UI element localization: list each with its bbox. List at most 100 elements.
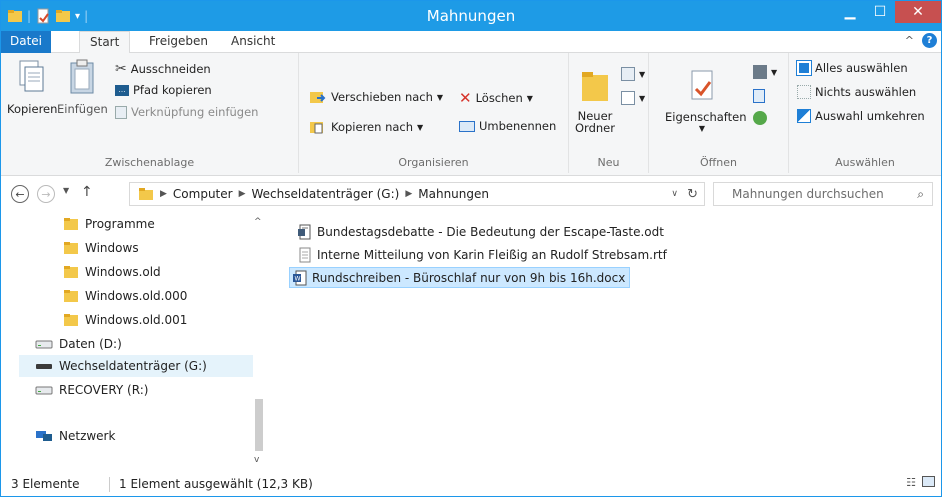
group-neu: Neuer Ordner ▼ ▼ Neu [569, 53, 649, 173]
file-list: Bundestagsdebatte - Die Bedeutung der Es… [289, 213, 939, 471]
nav-item-wechseldatentraeger-g[interactable]: Wechseldatenträger (G:) [19, 355, 253, 377]
invert-selection-icon [797, 109, 811, 123]
delete-icon: ✕ [459, 89, 472, 107]
group-zwischenablage: Kopieren Einfügen ✂ Ausschneiden … Pfad … [1, 53, 299, 173]
folder-icon [64, 242, 78, 254]
ausschneiden-button[interactable]: ✂ Ausschneiden [115, 61, 211, 77]
folder-icon [64, 266, 78, 278]
tab-start[interactable]: Start [79, 31, 131, 54]
easy-access-button[interactable]: ▼ [621, 91, 645, 105]
ribbon-tabs: Datei Start Freigeben Ansicht ^ ? [1, 31, 941, 54]
nav-item-label: Wechseldatenträger (G:) [59, 359, 207, 373]
loeschen-label: Löschen [475, 91, 523, 105]
nav-item-programme[interactable]: Programme [63, 213, 155, 235]
drive-icon [35, 386, 53, 395]
einfuegen-button[interactable]: Einfügen [57, 59, 108, 116]
breadcrumb-computer[interactable]: Computer [173, 187, 233, 201]
alles-auswaehlen-button[interactable]: Alles auswählen [796, 60, 908, 76]
breadcrumb-drive[interactable]: Wechseldatenträger (G:) [252, 187, 400, 201]
loeschen-button[interactable]: ✕ Löschen ▼ [459, 89, 533, 107]
status-bar: 3 Elemente 1 Element ausgewählt (12,3 KB… [1, 473, 941, 496]
neuer-ordner-label-2: Ordner [575, 121, 615, 135]
up-button[interactable]: ↑ [81, 184, 93, 200]
nav-item-windows-old-000[interactable]: Windows.old.000 [63, 285, 187, 307]
tab-ansicht[interactable]: Ansicht [221, 31, 285, 53]
ribbon: Kopieren Einfügen ✂ Ausschneiden … Pfad … [1, 53, 941, 176]
edit-button[interactable] [753, 89, 765, 103]
eigenschaften-button[interactable]: Eigenschaften ▼ [665, 67, 747, 133]
forward-button[interactable]: → [37, 185, 55, 203]
tab-datei[interactable]: Datei [1, 31, 51, 53]
help-icon[interactable]: ? [922, 33, 937, 48]
history-button[interactable] [753, 111, 767, 125]
group-organisieren: Verschieben nach ▼ Kopieren nach ▼ ✕ Lös… [299, 53, 569, 173]
eigenschaften-label: Eigenschaften [665, 110, 747, 124]
network-icon [36, 431, 52, 441]
status-separator [109, 477, 110, 492]
maximize-button[interactable]: ☐ [865, 1, 895, 23]
copy-to-icon [310, 122, 323, 134]
drive-icon [35, 340, 53, 349]
nav-scrollbar[interactable]: ^ v [253, 217, 265, 465]
details-view-icon[interactable]: ☷ [906, 476, 916, 489]
item-count: 3 Elemente [11, 477, 80, 491]
selection-info: 1 Element ausgewählt (12,3 KB) [119, 477, 313, 491]
file-item[interactable]: Interne Mitteilung von Karin Fleißig an … [295, 244, 671, 265]
view-switcher: ☷ [906, 476, 935, 489]
auswahl-umkehren-button[interactable]: Auswahl umkehren [797, 109, 925, 123]
search-input[interactable]: Mahnungen durchsuchen ⌕ [713, 182, 933, 206]
nav-item-recovery-r[interactable]: RECOVERY (R:) [35, 379, 148, 401]
easy-access-icon [621, 91, 635, 105]
kopieren-nach-button[interactable]: Kopieren nach ▼ [309, 119, 423, 135]
breadcrumb-separator-icon: ▶ [238, 189, 246, 199]
nav-item-windows-old-001[interactable]: Windows.old.001 [63, 309, 187, 331]
address-bar[interactable]: ▶ Computer ▶ Wechseldatenträger (G:) ▶ M… [129, 182, 705, 206]
group-oeffnen: Eigenschaften ▼ ▼ Öffnen [649, 53, 789, 173]
nav-item-daten-d[interactable]: Daten (D:) [35, 333, 122, 355]
title-bar[interactable]: | ▾ | Mahnungen ▁ ☐ ✕ [1, 1, 941, 31]
pfad-kopieren-label: Pfad kopieren [133, 83, 212, 97]
copy-icon [19, 60, 44, 92]
verknuepfung-einfuegen-button[interactable]: Verknüpfung einfügen [115, 105, 258, 119]
move-to-icon [310, 92, 326, 103]
group-label-zwischenablage: Zwischenablage [104, 156, 195, 169]
back-button[interactable]: ← [11, 185, 29, 203]
pfad-kopieren-button[interactable]: … Pfad kopieren [115, 83, 212, 97]
neuer-ordner-button[interactable]: Neuer Ordner [575, 67, 615, 134]
nav-item-windows-old[interactable]: Windows.old [63, 261, 161, 283]
chevron-down-icon: ▼ [771, 67, 778, 77]
verschieben-nach-button[interactable]: Verschieben nach ▼ [309, 89, 443, 105]
refresh-icon[interactable]: ↻ [687, 187, 698, 202]
close-button[interactable]: ✕ [895, 1, 941, 23]
nichts-auswaehlen-label: Nichts auswählen [815, 85, 917, 99]
open-button[interactable]: ▼ [753, 65, 777, 79]
ausschneiden-label: Ausschneiden [130, 62, 211, 76]
collapse-ribbon-icon[interactable]: ^ [905, 34, 914, 47]
verknuepfung-label: Verknüpfung einfügen [131, 105, 259, 119]
address-dropdown-icon[interactable]: ∨ [671, 189, 678, 199]
breadcrumb-folder[interactable]: Mahnungen [418, 187, 489, 201]
umbenennen-button[interactable]: Umbenennen [459, 119, 556, 133]
scroll-up-icon[interactable]: ^ [254, 217, 262, 227]
new-item-button[interactable]: ▼ [621, 67, 645, 81]
tab-freigeben[interactable]: Freigeben [139, 31, 218, 53]
scrollbar-thumb[interactable] [255, 399, 263, 451]
nav-item-netzwerk[interactable]: Netzwerk [35, 425, 115, 447]
folder-icon [64, 290, 78, 302]
docx-file-icon: W [293, 270, 307, 285]
nav-item-label: Daten (D:) [59, 337, 122, 351]
nichts-auswaehlen-button[interactable]: Nichts auswählen [797, 85, 916, 99]
minimize-button[interactable]: ▁ [835, 1, 865, 23]
open-icon [753, 65, 767, 79]
nav-item-windows[interactable]: Windows [63, 237, 139, 259]
chevron-down-icon: ▼ [639, 69, 646, 79]
rtf-file-icon [299, 247, 311, 262]
verschieben-label: Verschieben nach [331, 90, 433, 104]
large-icons-view-icon[interactable] [922, 476, 935, 487]
file-item-selected[interactable]: W Rundschreiben - Büroschlaf nur von 9h … [289, 267, 631, 288]
kopieren-button[interactable]: Kopieren [7, 59, 57, 116]
file-item[interactable]: Bundestagsdebatte - Die Bedeutung der Es… [295, 221, 668, 242]
scroll-down-icon[interactable]: v [254, 455, 259, 465]
new-item-icon [621, 67, 635, 81]
recent-locations-icon[interactable]: ▼ [63, 186, 69, 195]
